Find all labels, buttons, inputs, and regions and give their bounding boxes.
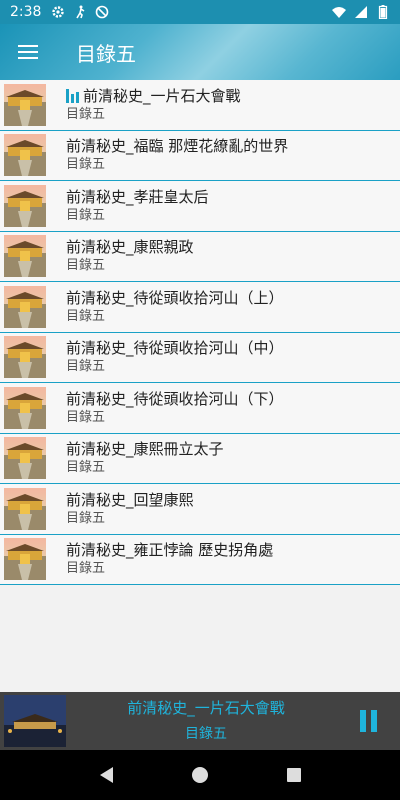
equalizer-icon <box>66 88 79 103</box>
settings-icon <box>52 6 65 18</box>
track-text: 前清秘史_孝莊皇太后 目錄五 <box>66 187 209 225</box>
home-icon[interactable] <box>191 767 208 783</box>
track-title-text: 前清秘史_一片石大會戰 <box>83 86 241 105</box>
track-subtitle: 目錄五 <box>66 460 106 476</box>
status-time: 2:38 <box>10 4 42 20</box>
track-subtitle: 目錄五 <box>66 207 106 223</box>
wifi-icon <box>332 7 346 18</box>
menu-button[interactable] <box>0 24 56 80</box>
track-title-text: 前清秘史_康熙冊立太子 <box>66 440 224 459</box>
track-thumbnail <box>4 437 46 480</box>
track-text: 前清秘史_一片石大會戰 目錄五 <box>66 86 241 124</box>
track-text: 前清秘史_雍正悖論 歷史拐角處 目錄五 <box>66 540 273 578</box>
track-list: 前清秘史_一片石大會戰 目錄五 前清秘史_福臨 那煙花繚亂的世界 目錄五 前清秘… <box>0 80 400 585</box>
track-title: 前清秘史_孝莊皇太后 <box>66 187 209 207</box>
list-item[interactable]: 前清秘史_雍正悖論 歷史拐角處 目錄五 <box>0 534 400 585</box>
track-title-text: 前清秘史_福臨 那煙花繚亂的世界 <box>66 137 289 156</box>
track-thumbnail <box>4 285 46 328</box>
track-thumbnail <box>4 336 46 379</box>
pause-icon <box>359 710 366 732</box>
track-title: 前清秘史_一片石大會戰 <box>66 86 241 106</box>
track-title: 前清秘史_回望康熙 <box>66 490 194 510</box>
track-subtitle: 目錄五 <box>66 308 106 324</box>
player-info[interactable]: 前清秘史_一片石大會戰 目錄五 <box>66 697 346 745</box>
mini-player[interactable]: 前清秘史_一片石大會戰 目錄五 <box>0 692 400 750</box>
track-text: 前清秘史_回望康熙 目錄五 <box>66 490 194 528</box>
page-title: 目錄五 <box>76 41 136 66</box>
list-item[interactable]: 前清秘史_康熙冊立太子 目錄五 <box>0 433 400 484</box>
track-text: 前清秘史_待從頭收拾河山（上） 目錄五 <box>66 288 284 326</box>
app-bar: 目錄五 <box>0 24 400 80</box>
track-thumbnail <box>4 538 46 581</box>
track-title: 前清秘史_福臨 那煙花繚亂的世界 <box>66 136 288 156</box>
player-subtitle: 目錄五 <box>185 726 227 742</box>
battery-icon <box>378 5 388 19</box>
track-title: 前清秘史_待從頭收拾河山（中） <box>66 338 284 358</box>
track-title: 前清秘史_待從頭收拾河山（上） <box>66 288 284 308</box>
track-title-text: 前清秘史_待從頭收拾河山（下） <box>66 389 284 408</box>
list-item[interactable]: 前清秘史_福臨 那煙花繚亂的世界 目錄五 <box>0 130 400 181</box>
pause-icon-bar <box>370 710 377 732</box>
track-thumbnail <box>4 184 46 227</box>
list-item[interactable]: 前清秘史_回望康熙 目錄五 <box>0 484 400 535</box>
track-title-text: 前清秘史_待從頭收拾河山（上） <box>66 288 284 307</box>
track-text: 前清秘史_待從頭收拾河山（中） 目錄五 <box>66 338 284 376</box>
track-subtitle: 目錄五 <box>66 359 106 375</box>
track-title: 前清秘史_康熙親政 <box>66 237 194 257</box>
track-title: 前清秘史_雍正悖論 歷史拐角處 <box>66 540 273 560</box>
status-bar: 2:38 <box>0 0 400 24</box>
menu-icon <box>18 45 38 59</box>
recents-icon[interactable] <box>286 768 301 782</box>
track-thumbnail <box>4 134 46 177</box>
list-item[interactable]: 前清秘史_待從頭收拾河山（下） 目錄五 <box>0 383 400 434</box>
track-text: 前清秘史_待從頭收拾河山（下） 目錄五 <box>66 389 284 427</box>
track-subtitle: 目錄五 <box>66 157 106 173</box>
track-thumbnail <box>4 386 46 429</box>
track-title-text: 前清秘史_回望康熙 <box>66 490 194 509</box>
track-subtitle: 目錄五 <box>66 258 106 274</box>
track-title: 前清秘史_待從頭收拾河山（下） <box>66 389 284 409</box>
track-text: 前清秘史_福臨 那煙花繚亂的世界 目錄五 <box>66 136 288 174</box>
track-title-text: 前清秘史_康熙親政 <box>66 238 194 257</box>
signal-icon <box>355 6 367 18</box>
track-title-text: 前清秘史_雍正悖論 歷史拐角處 <box>66 541 274 560</box>
track-subtitle: 目錄五 <box>66 561 106 577</box>
track-title-text: 前清秘史_孝莊皇太后 <box>66 187 209 206</box>
track-thumbnail <box>4 487 46 530</box>
list-item[interactable]: 前清秘史_孝莊皇太后 目錄五 <box>0 181 400 232</box>
list-item[interactable]: 前清秘史_待從頭收拾河山（上） 目錄五 <box>0 282 400 333</box>
track-subtitle: 目錄五 <box>66 409 106 425</box>
track-title: 前清秘史_康熙冊立太子 <box>66 439 224 459</box>
track-text: 前清秘史_康熙冊立太子 目錄五 <box>66 439 224 477</box>
track-thumbnail <box>4 83 46 126</box>
blocked-icon <box>96 5 109 19</box>
back-icon[interactable] <box>99 767 113 783</box>
track-subtitle: 目錄五 <box>66 510 106 526</box>
system-nav-bar <box>0 750 400 800</box>
track-thumbnail <box>4 235 46 278</box>
list-item[interactable]: 前清秘史_一片石大會戰 目錄五 <box>0 80 400 131</box>
track-subtitle: 目錄五 <box>66 106 106 122</box>
player-title: 前清秘史_一片石大會戰 <box>127 699 285 717</box>
track-title-text: 前清秘史_待從頭收拾河山（中） <box>66 339 284 358</box>
pause-button[interactable] <box>346 699 390 743</box>
accessibility-icon <box>76 5 85 19</box>
list-item[interactable]: 前清秘史_康熙親政 目錄五 <box>0 231 400 282</box>
player-artwork <box>4 695 66 747</box>
list-item[interactable]: 前清秘史_待從頭收拾河山（中） 目錄五 <box>0 332 400 383</box>
track-text: 前清秘史_康熙親政 目錄五 <box>66 237 194 275</box>
